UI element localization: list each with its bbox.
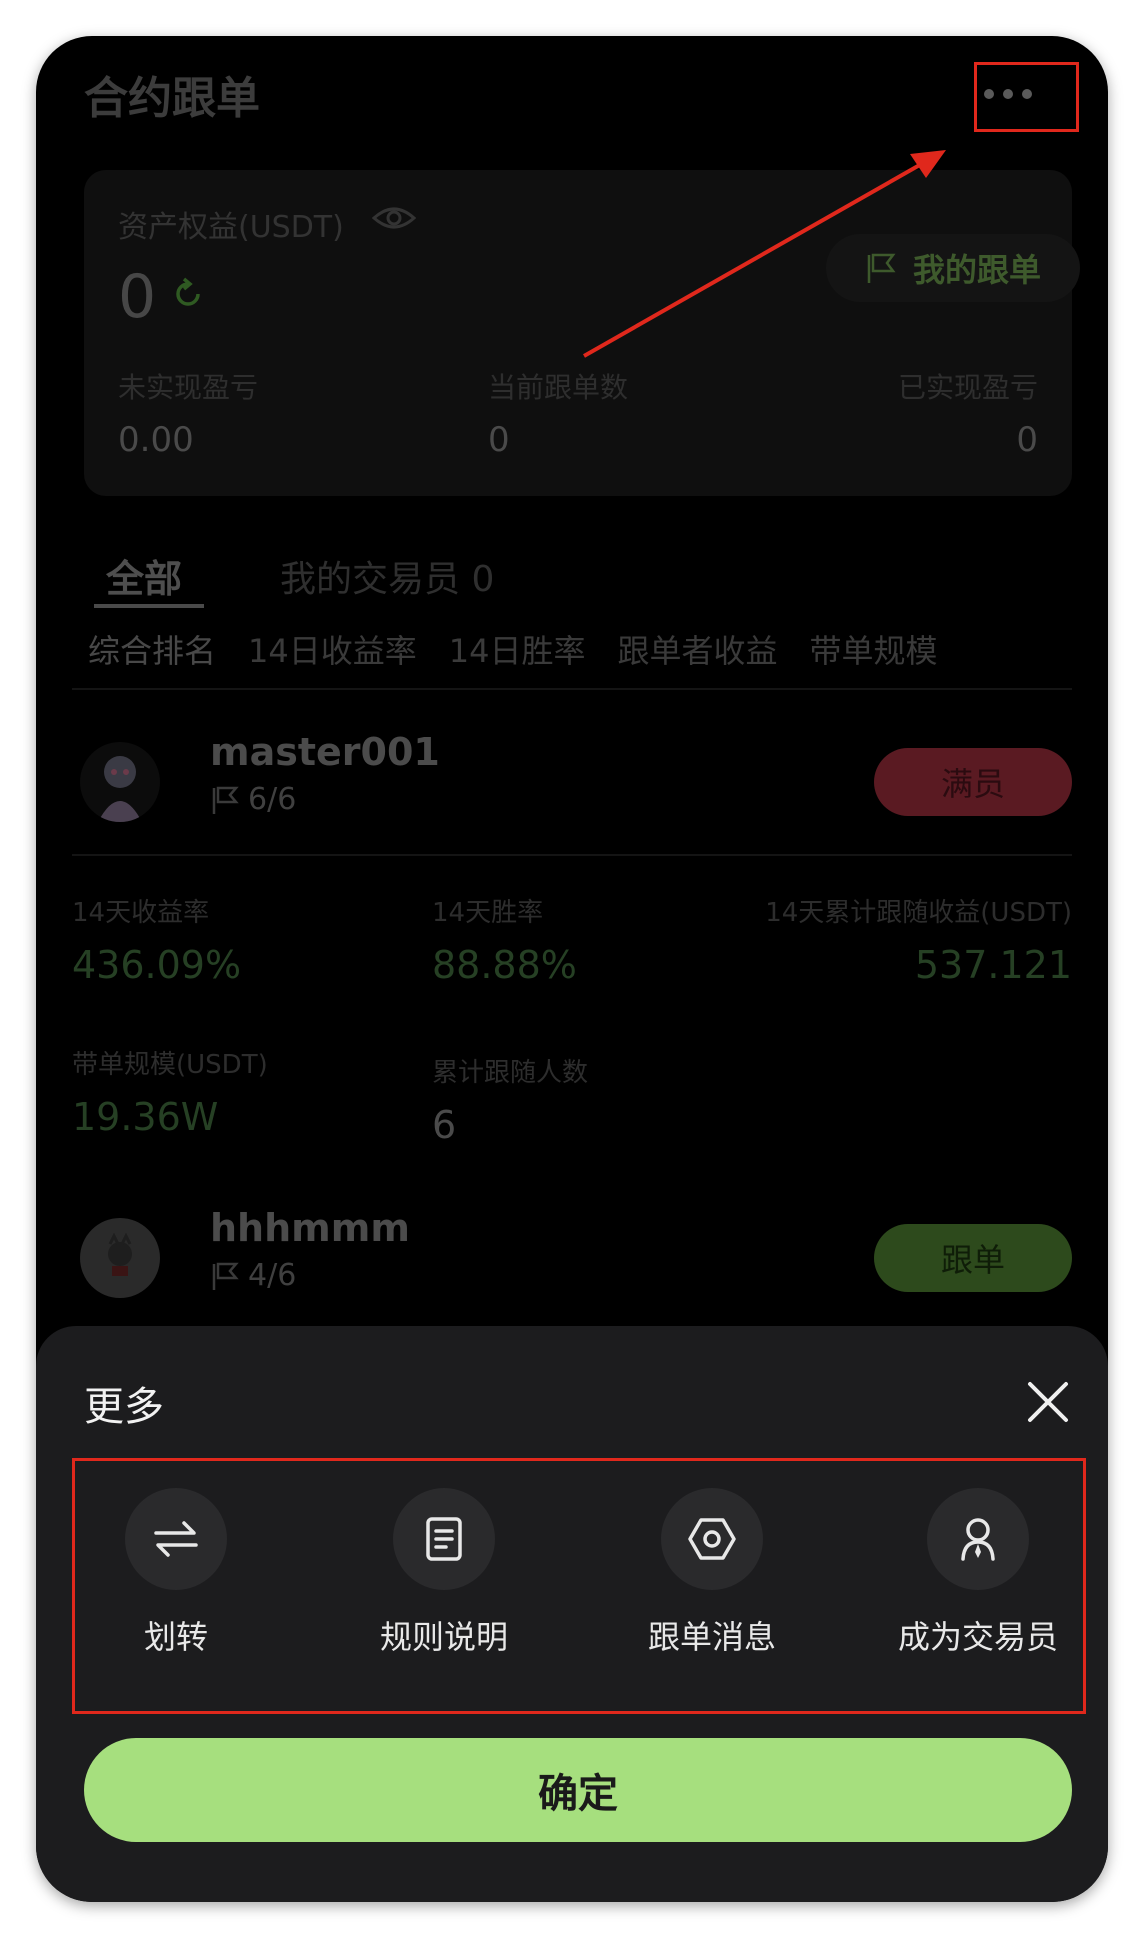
tab-all[interactable]: 全部 (106, 548, 182, 603)
user-icon (927, 1488, 1029, 1590)
option-become-trader[interactable]: 成为交易员 (858, 1488, 1098, 1658)
confirm-button[interactable]: 确定 (84, 1738, 1072, 1842)
eye-icon[interactable] (372, 204, 416, 232)
metric-value: 19.36W (72, 1095, 219, 1139)
option-label: 规则说明 (379, 1618, 508, 1656)
stat-label: 已实现盈亏 (897, 371, 1038, 404)
asset-value: 0 (118, 262, 157, 332)
trader-slots: 4/6 (210, 1258, 296, 1293)
divider (72, 854, 1072, 856)
option-copy-messages[interactable]: 跟单消息 (592, 1488, 832, 1658)
refresh-icon[interactable] (170, 276, 206, 312)
phone-screen: 合约跟单 资产权益(USDT) 0 我的跟单 未实现盈亏 0.00 当前跟单数 … (36, 36, 1108, 1902)
option-transfer[interactable]: 划转 (56, 1488, 296, 1658)
stat-label: 未实现盈亏 (118, 371, 259, 404)
metric-value: 88.88% (432, 943, 577, 987)
trader-name: master001 (210, 730, 440, 774)
annotation-highlight-box (974, 62, 1079, 132)
hexagon-message-icon (661, 1488, 763, 1590)
metric-value: 6 (432, 1103, 457, 1147)
asset-label: 资产权益(USDT) (118, 210, 344, 245)
trader-slots-value: 6/6 (248, 782, 297, 817)
trader-card[interactable]: master001 6/6 满员 (72, 730, 1072, 850)
option-label: 成为交易员 (897, 1618, 1058, 1656)
option-label: 跟单消息 (647, 1618, 776, 1656)
option-label: 划转 (143, 1618, 208, 1656)
metric-value: 537.121 (914, 943, 1072, 987)
stat-current-copies: 当前跟单数 0 (488, 366, 628, 460)
trader-name: hhhmmm (210, 1206, 410, 1250)
my-copy-button[interactable]: 我的跟单 (826, 234, 1080, 302)
filter-overall[interactable]: 综合排名 (88, 626, 216, 672)
metric-label: 累计跟随人数 (432, 1058, 589, 1088)
trader-slots: 6/6 (210, 782, 296, 817)
sheet-title: 更多 (84, 1384, 164, 1430)
metric-14d-winrate: 14天胜率 88.88% (432, 892, 577, 987)
metric-label: 14天累计跟随收益(USDT) (765, 898, 1072, 928)
trader-slots-value: 4/6 (248, 1258, 297, 1293)
metric-label: 14天胜率 (432, 898, 544, 928)
copy-button[interactable]: 跟单 (874, 1224, 1072, 1292)
metric-label: 14天收益率 (72, 898, 210, 928)
avatar (80, 742, 160, 822)
stat-realized: 已实现盈亏 0 (898, 366, 1038, 460)
avatar (80, 1218, 160, 1298)
trader-card[interactable]: hhhmmm 4/6 跟单 (72, 1206, 1072, 1326)
transfer-icon (125, 1488, 227, 1590)
metric-label: 带单规模(USDT) (72, 1050, 268, 1080)
filter-14d-roi[interactable]: 14日收益率 (248, 626, 417, 672)
stat-unrealized: 未实现盈亏 0.00 (118, 366, 258, 460)
stat-value: 0 (1016, 420, 1038, 460)
close-icon[interactable] (1026, 1380, 1070, 1424)
stat-value: 0.00 (118, 420, 194, 460)
metric-value: 436.09% (72, 943, 242, 987)
stat-label: 当前跟单数 (488, 371, 629, 404)
stat-value: 0 (488, 420, 510, 460)
metric-followers: 累计跟随人数 6 (432, 1052, 588, 1147)
tab-indicator (94, 604, 204, 608)
full-button[interactable]: 满员 (874, 748, 1072, 816)
metric-scale: 带单规模(USDT) 19.36W (72, 1044, 268, 1139)
metric-14d-roi: 14天收益率 436.09% (72, 892, 241, 987)
document-icon (393, 1488, 495, 1590)
metric-14d-follow-profit: 14天累计跟随收益(USDT) 537.121 (765, 892, 1072, 987)
flag-icon (212, 1262, 239, 1290)
divider (72, 688, 1072, 690)
my-copy-label: 我的跟单 (912, 251, 1041, 289)
page-title: 合约跟单 (84, 73, 260, 124)
sort-filters: 综合排名 14日收益率 14日胜率 跟单者收益 带单规模 (88, 626, 938, 672)
flag-icon (212, 786, 239, 814)
copy-trading-page: 合约跟单 资产权益(USDT) 0 我的跟单 未实现盈亏 0.00 当前跟单数 … (36, 36, 1108, 1902)
more-bottom-sheet: 更多 划转 规则说明 跟单消息 成为交易员 确定 (36, 1326, 1108, 1902)
option-rules[interactable]: 规则说明 (324, 1488, 564, 1658)
flag-icon (867, 253, 896, 283)
filter-follower-profit[interactable]: 跟单者收益 (617, 626, 777, 672)
asset-card: 资产权益(USDT) 0 我的跟单 未实现盈亏 0.00 当前跟单数 0 已实现… (84, 170, 1080, 496)
filter-scale[interactable]: 带单规模 (810, 626, 938, 672)
filter-14d-winrate[interactable]: 14日胜率 (449, 626, 586, 672)
tab-my-traders[interactable]: 我的交易员 0 (280, 550, 494, 602)
